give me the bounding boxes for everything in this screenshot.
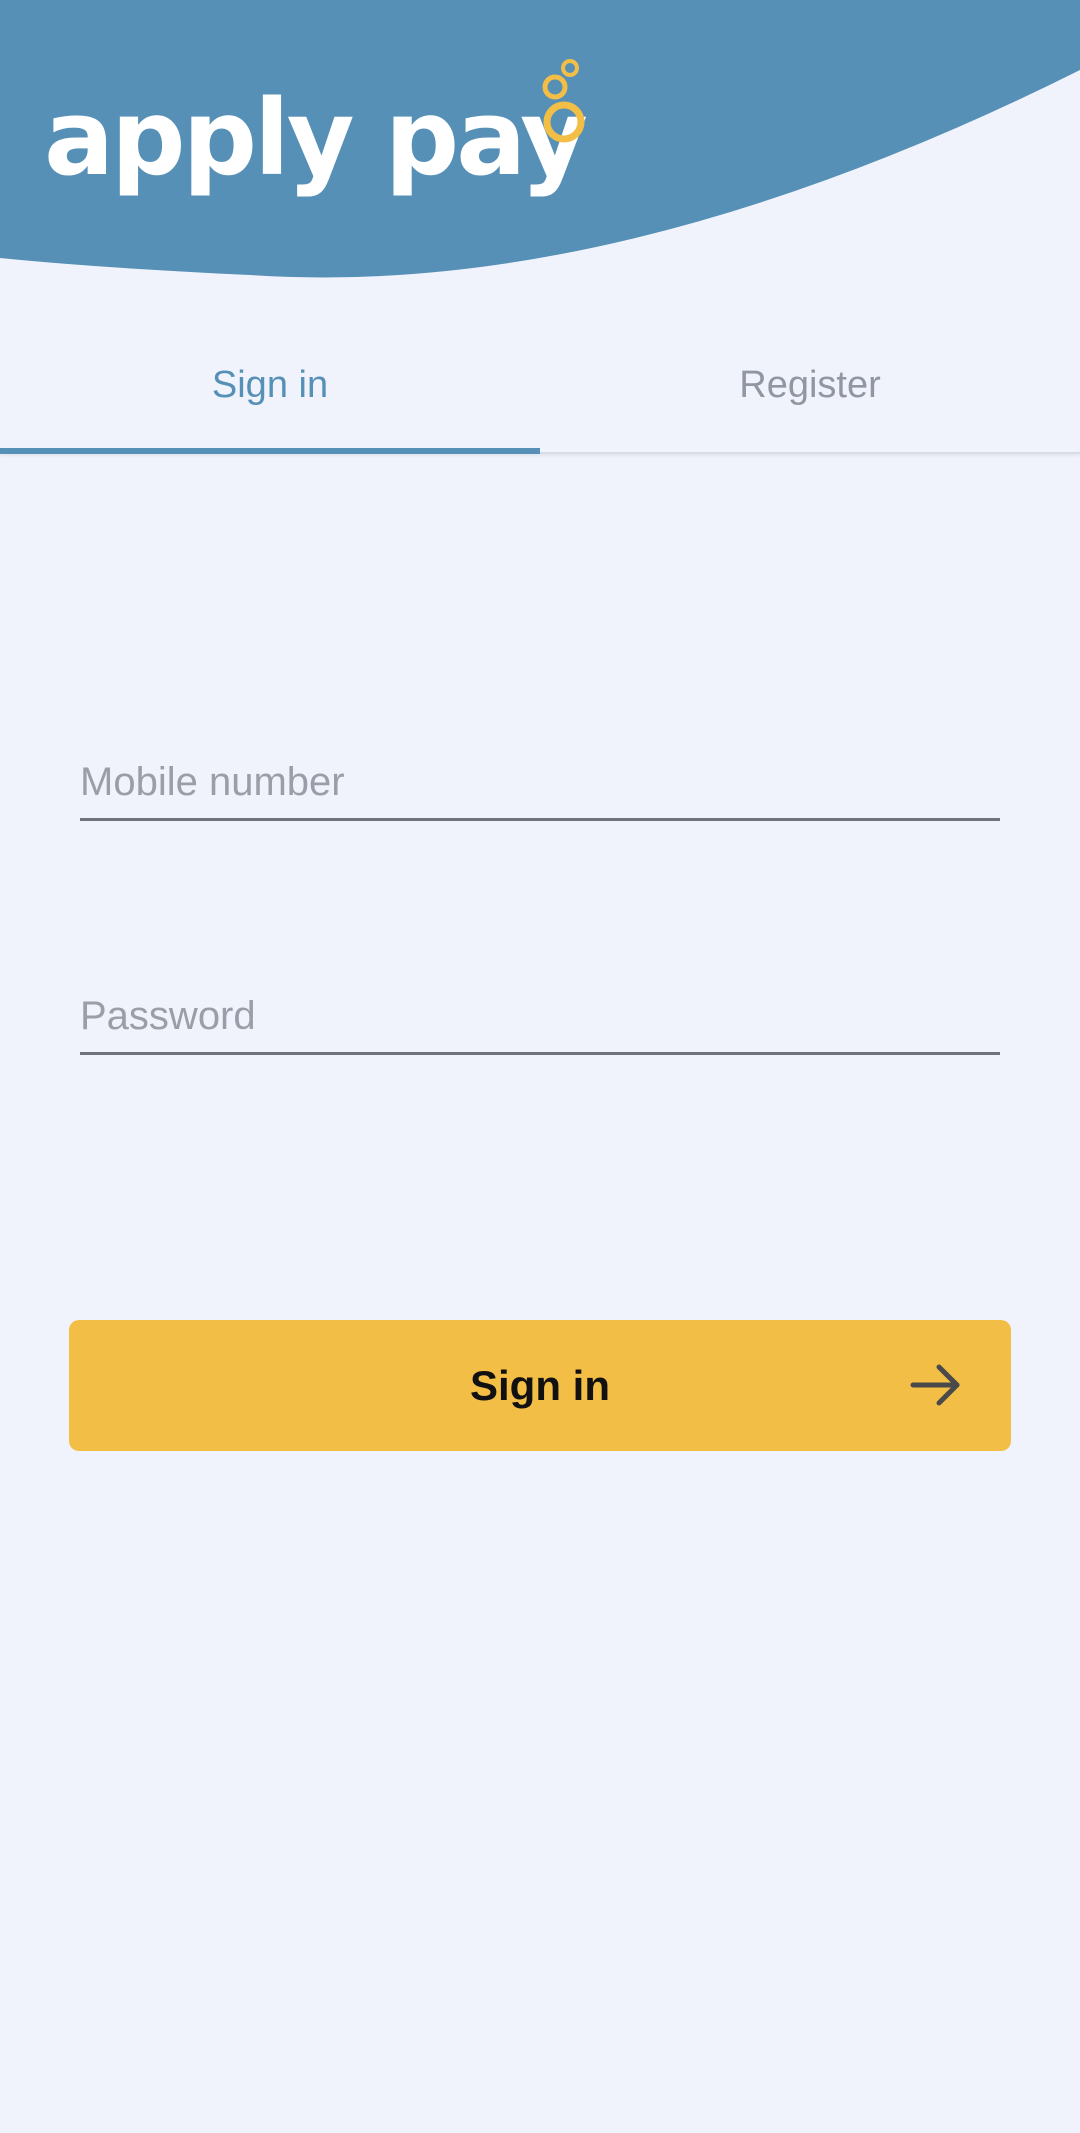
password-input[interactable] (80, 988, 1000, 1044)
active-tab-indicator (0, 448, 540, 454)
password-field (80, 982, 1000, 1055)
tab-register[interactable]: Register (540, 318, 1080, 452)
sign-in-button-label: Sign in (470, 1361, 610, 1409)
mobile-number-field (80, 748, 1000, 821)
auth-tabs: Sign in Register (0, 318, 1080, 454)
tab-sign-in[interactable]: Sign in (0, 318, 540, 452)
logo-bubbles-icon (542, 59, 585, 143)
brand-logo: apply pay (44, 56, 588, 206)
tab-register-label: Register (739, 363, 881, 406)
arrow-right-icon (910, 1364, 960, 1406)
mobile-number-input[interactable] (80, 754, 1000, 810)
tab-sign-in-label: Sign in (211, 363, 329, 406)
sign-in-button[interactable]: Sign in (69, 1320, 1011, 1451)
